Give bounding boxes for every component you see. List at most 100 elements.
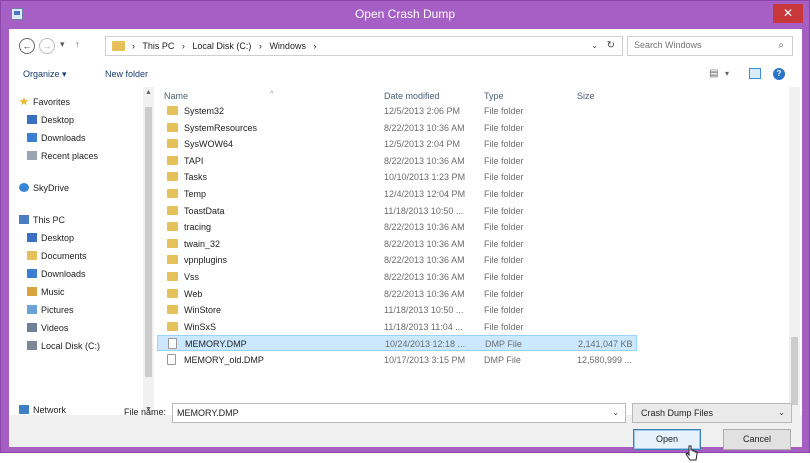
file-list-scrollbar[interactable]: [789, 87, 800, 415]
nav-item-favorites[interactable]: Favorites: [19, 97, 70, 107]
breadcrumb-separator[interactable]: ›: [259, 41, 262, 51]
file-row[interactable]: SystemResources 8/22/2013 10:36 AM File fo…: [157, 120, 637, 136]
file-name-dropdown-icon[interactable]: ⌄: [612, 408, 619, 417]
file-row[interactable]: MEMORY.DMP 10/24/2013 12:18 ... DMP File 2,…: [157, 335, 637, 352]
documents-icon: [27, 251, 37, 260]
nav-item-videos[interactable]: Videos: [27, 323, 68, 333]
nav-pane-scrollbar[interactable]: ▲ ▼: [143, 87, 154, 415]
breadcrumb-windows[interactable]: Windows: [269, 41, 306, 51]
scrollbar-thumb[interactable]: [145, 107, 152, 377]
file-type-filter[interactable]: Crash Dump Files ⌄: [632, 403, 792, 423]
nav-item-desktop[interactable]: Desktop: [27, 233, 74, 243]
file-row[interactable]: vpnplugins 8/22/2013 10:36 AM File folder: [157, 252, 637, 268]
file-row[interactable]: System32 12/5/2013 2:06 PM File folder: [157, 103, 637, 119]
date-modified-cell: 8/22/2013 10:36 AM: [384, 255, 465, 266]
file-row[interactable]: tracing 8/22/2013 10:36 AM File folder: [157, 219, 637, 235]
back-button[interactable]: ←: [19, 38, 35, 54]
scroll-up-icon[interactable]: ▲: [145, 89, 152, 96]
nav-item-downloads[interactable]: Downloads: [27, 269, 86, 279]
breadcrumb-separator[interactable]: ›: [132, 41, 135, 51]
date-modified-cell: 12/5/2013 2:06 PM: [384, 106, 461, 116]
date-modified-cell: 11/18/2013 10:50 ...: [384, 205, 464, 216]
nav-item-label: Desktop: [41, 233, 75, 243]
file-row[interactable]: MEMORY_old.DMP 10/17/2013 3:15 PM DMP File…: [157, 352, 637, 368]
column-header-date[interactable]: Date modified: [384, 91, 440, 101]
search-input[interactable]: [634, 40, 764, 50]
file-type-cell: File folder: [484, 122, 524, 133]
nav-item-downloads[interactable]: Downloads: [27, 133, 86, 143]
cancel-button[interactable]: Cancel: [723, 429, 791, 450]
breadcrumb-this-pc[interactable]: This PC: [142, 41, 174, 51]
search-box[interactable]: ⌕: [627, 36, 793, 56]
date-modified-cell: 10/10/2013 1:23 PM: [384, 172, 466, 183]
file-name-cell: Temp: [184, 189, 207, 199]
change-view-icon[interactable]: ▤: [709, 68, 718, 79]
file-list: Name ^ Date modified Type Size System32 12…: [157, 87, 789, 415]
file-row[interactable]: twain_32 8/22/2013 10:36 AM File folder: [157, 236, 637, 252]
column-header-name[interactable]: Name ^: [164, 91, 273, 101]
window-title: Open Crash Dump: [354, 7, 456, 21]
file-row[interactable]: Tasks 10/10/2013 1:23 PM File folder: [157, 169, 637, 185]
network-icon: [19, 405, 29, 414]
nav-item-this-pc[interactable]: This PC: [19, 215, 65, 225]
help-icon[interactable]: ?: [773, 68, 785, 80]
file-row[interactable]: Web 8/22/2013 10:36 AM File folder: [157, 286, 637, 302]
nav-item-desktop[interactable]: Desktop: [27, 115, 74, 125]
desktop-icon: [27, 233, 37, 242]
search-icon[interactable]: ⌕: [778, 40, 784, 51]
file-row[interactable]: Temp 12/4/2013 12:04 PM File folder: [157, 186, 637, 202]
file-icon: [167, 354, 176, 365]
nav-item-music[interactable]: Music: [27, 287, 65, 297]
column-header-size[interactable]: Size: [577, 91, 595, 101]
folder-icon: [167, 106, 178, 115]
recent-locations-chevron-icon[interactable]: ▾: [60, 39, 65, 50]
nav-item-label: Music: [41, 287, 65, 297]
date-modified-cell: 8/22/2013 10:36 AM: [384, 155, 465, 166]
refresh-icon[interactable]: ↻: [607, 40, 615, 51]
column-header-type[interactable]: Type: [484, 91, 504, 101]
nav-item-local-disk[interactable]: Local Disk (C:): [27, 341, 100, 351]
filter-dropdown-icon[interactable]: ⌄: [778, 408, 785, 417]
nav-item-label: Downloads: [41, 269, 86, 279]
address-dropdown-icon[interactable]: ⌄: [591, 41, 598, 50]
nav-item-recent-places[interactable]: Recent places: [27, 151, 98, 161]
nav-item-documents[interactable]: Documents: [27, 251, 87, 261]
title-bar[interactable]: Open Crash Dump ✕: [1, 1, 809, 27]
file-row[interactable]: TAPI 8/22/2013 10:36 AM File folder: [157, 153, 637, 169]
breadcrumb-local-disk[interactable]: Local Disk (C:): [192, 41, 251, 51]
star-icon: [19, 97, 29, 106]
file-row[interactable]: SysWOW64 12/5/2013 2:04 PM File folder: [157, 136, 637, 152]
file-row[interactable]: WinStore 11/18/2013 10:50 ... File folder: [157, 302, 637, 318]
downloads-icon: [27, 269, 37, 278]
folder-icon: [167, 238, 178, 248]
file-name-combo[interactable]: ⌄: [172, 403, 626, 423]
breadcrumb-separator[interactable]: ›: [313, 41, 316, 51]
file-name-cell: SystemResources: [184, 122, 258, 133]
scrollbar-thumb[interactable]: [791, 337, 798, 405]
address-bar[interactable]: › This PC › Local Disk (C:) › Windows › …: [105, 36, 623, 56]
date-modified-cell: 11/18/2013 10:50 ...: [384, 305, 464, 316]
address-row: ← → ▾ ↑ › This PC › Local Disk (C:) › Wi…: [9, 29, 802, 63]
up-arrow-icon[interactable]: ↑: [75, 39, 80, 49]
file-type-cell: DMP File: [484, 355, 521, 365]
file-type-filter-value: Crash Dump Files: [641, 408, 714, 418]
breadcrumb-separator[interactable]: ›: [182, 41, 185, 51]
nav-item-skydrive[interactable]: SkyDrive: [19, 183, 69, 193]
nav-item-network[interactable]: Network: [19, 405, 66, 415]
new-folder-button[interactable]: New folder: [105, 69, 148, 79]
close-button[interactable]: ✕: [773, 4, 803, 23]
file-row[interactable]: Vss 8/22/2013 10:36 AM File folder: [157, 269, 637, 285]
nav-item-pictures[interactable]: Pictures: [27, 305, 74, 315]
file-row[interactable]: WinSxS 11/18/2013 11:04 ... File folder: [157, 319, 637, 335]
file-type-cell: File folder: [484, 238, 524, 249]
forward-button[interactable]: →: [39, 38, 55, 54]
file-row[interactable]: ToastData 11/18/2013 10:50 ... File folder: [157, 203, 637, 219]
organize-button[interactable]: Organize ▾: [23, 69, 67, 80]
folder-icon: [167, 139, 178, 149]
view-options-chevron-icon[interactable]: ▾: [725, 69, 729, 78]
file-name-cell: vpnplugins: [184, 255, 228, 266]
file-name-cell: MEMORY_old.DMP: [184, 355, 264, 365]
file-name-input[interactable]: [177, 408, 597, 418]
nav-item-label: Pictures: [41, 305, 74, 315]
preview-pane-icon[interactable]: [749, 68, 761, 79]
